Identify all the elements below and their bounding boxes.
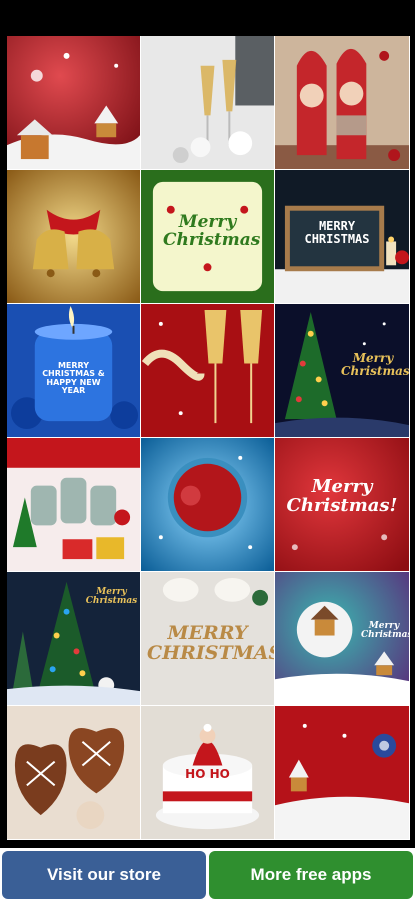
tile-red-snow-scene[interactable]: [275, 706, 410, 840]
wallpaper-grid: Merry Christmas MERRY CHRISTMAS MERRY CH…: [7, 36, 410, 844]
tile-snowy-village[interactable]: [7, 36, 141, 170]
tile-merry-christmas-wreath[interactable]: Merry Christmas: [141, 170, 275, 304]
tree-night-greeting-text: Merry Christmas: [341, 351, 410, 378]
tile-snow-globes[interactable]: [7, 438, 141, 572]
sand-greeting-text: MERRY CHRISTMAS: [147, 622, 275, 664]
snow-globe-greeting-text: Merry Christmas: [361, 621, 410, 641]
champagne-glasses-image: [141, 36, 274, 169]
tile-merry-christmas-sand[interactable]: MERRY CHRISTMAS: [141, 572, 275, 706]
champagne-toast-image: [141, 304, 274, 437]
tile-snow-globe-house[interactable]: Merry Christmas: [275, 572, 410, 706]
tile-champagne-toast[interactable]: [141, 304, 275, 438]
tile-santa-cake[interactable]: HO HO: [141, 706, 275, 840]
tile-golden-bells[interactable]: [7, 170, 141, 304]
knitted-dolls-image: [275, 36, 409, 169]
tile-gingerbread-cookies[interactable]: [7, 706, 141, 840]
wreath-greeting-text: Merry Christmas: [163, 212, 261, 250]
candle-greeting-text: MERRY CHRISTMAS & HAPPY NEW YEAR: [42, 361, 105, 396]
lit-tree-greeting-text: Merry Christmas: [85, 587, 138, 607]
tile-lit-tree[interactable]: Merry Christmas: [7, 572, 141, 706]
snowy-village-image: [7, 36, 140, 169]
ornament-frame-image: [141, 438, 274, 571]
red-snow-scene-image: [275, 706, 409, 839]
bottom-action-bar: Visit our store More free apps: [0, 848, 415, 900]
tile-merry-christmas-red[interactable]: Merry Christmas!: [275, 438, 410, 572]
tile-chalkboard-sign[interactable]: MERRY CHRISTMAS: [275, 170, 410, 304]
snow-globes-image: [7, 438, 140, 571]
red-greeting-text: Merry Christmas!: [286, 476, 398, 516]
more-free-apps-button[interactable]: More free apps: [209, 851, 413, 899]
tile-christmas-tree-night[interactable]: Merry Christmas: [275, 304, 410, 438]
chalkboard-greeting-text: MERRY CHRISTMAS: [304, 219, 370, 246]
tile-champagne-glasses[interactable]: [141, 36, 275, 170]
tile-ornament-frame[interactable]: [141, 438, 275, 572]
cake-greeting-text: HO HO: [185, 767, 230, 781]
tile-knitted-dolls[interactable]: [275, 36, 410, 170]
gingerbread-image: [7, 706, 140, 839]
golden-bells-image: [7, 170, 140, 303]
visit-store-button[interactable]: Visit our store: [2, 851, 206, 899]
tile-blue-candle[interactable]: MERRY CHRISTMAS & HAPPY NEW YEAR: [7, 304, 141, 438]
